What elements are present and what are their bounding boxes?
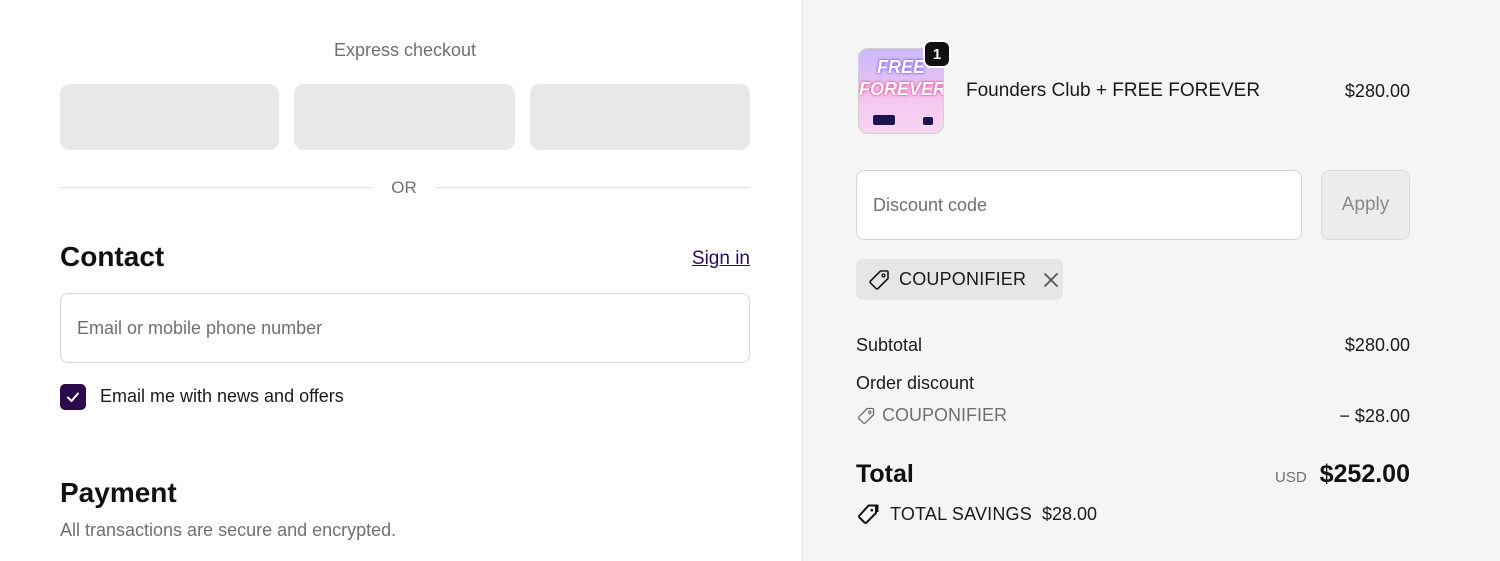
payment-subtitle: All transactions are secure and encrypte… [60, 520, 397, 540]
total-savings-row: TOTAL SAVINGS $28.00 [856, 502, 1097, 526]
quantity-badge: 1 [923, 40, 951, 68]
total-savings-label: TOTAL SAVINGS [890, 503, 1032, 524]
contact-heading: Contact [60, 241, 165, 272]
express-checkout-title: Express checkout [333, 40, 477, 60]
sign-in-link[interactable]: Sign in [692, 248, 750, 270]
thumbnail-decoration [923, 117, 933, 125]
checkmark-icon [67, 392, 79, 402]
discount-code-label: COUPONIFIER [882, 405, 1008, 425]
newsletter-checkbox[interactable] [60, 384, 86, 410]
subtotal-value: $280.00 [1344, 335, 1410, 355]
product-price: $280.00 [1344, 81, 1410, 101]
thumbnail-text-forever: FOREVER [859, 79, 944, 99]
apply-discount-button[interactable]: Apply [1321, 170, 1410, 240]
order-discount-label: Order discount [856, 373, 975, 393]
total-amount: $252.00 [1319, 460, 1410, 488]
tag-icon [869, 269, 889, 290]
close-icon [1044, 272, 1059, 287]
express-pay-button-1[interactable] [60, 84, 279, 150]
express-pay-button-2[interactable] [294, 84, 515, 150]
discount-code-input[interactable] [856, 170, 1302, 240]
total-label: Total [856, 460, 914, 488]
product-name: Founders Club + FREE FOREVER [966, 80, 1261, 101]
applied-coupon-code: COUPONIFIER [899, 269, 1027, 289]
divider-left [60, 187, 372, 188]
divider-right [437, 187, 750, 188]
remove-coupon-button[interactable] [1040, 269, 1062, 291]
newsletter-label[interactable]: Email me with news and offers [100, 386, 344, 407]
email-field[interactable] [60, 293, 750, 363]
currency-code: USD [1275, 469, 1307, 486]
subtotal-label: Subtotal [856, 335, 923, 355]
checkout-form-panel: Express checkout OR Contact Sign in Emai… [0, 0, 802, 561]
or-divider-text: OR [391, 178, 417, 197]
discount-code-row: COUPONIFIER [856, 405, 1007, 426]
thumbnail-decoration [873, 115, 895, 125]
express-pay-button-3[interactable] [530, 84, 750, 150]
discount-value: − $28.00 [1339, 406, 1410, 426]
applied-coupon-chip: COUPONIFIER [856, 259, 1063, 300]
savings-tag-icon [858, 504, 879, 524]
tag-icon [857, 407, 875, 424]
total-savings-amount: $28.00 [1041, 503, 1098, 524]
payment-heading: Payment [60, 477, 177, 508]
